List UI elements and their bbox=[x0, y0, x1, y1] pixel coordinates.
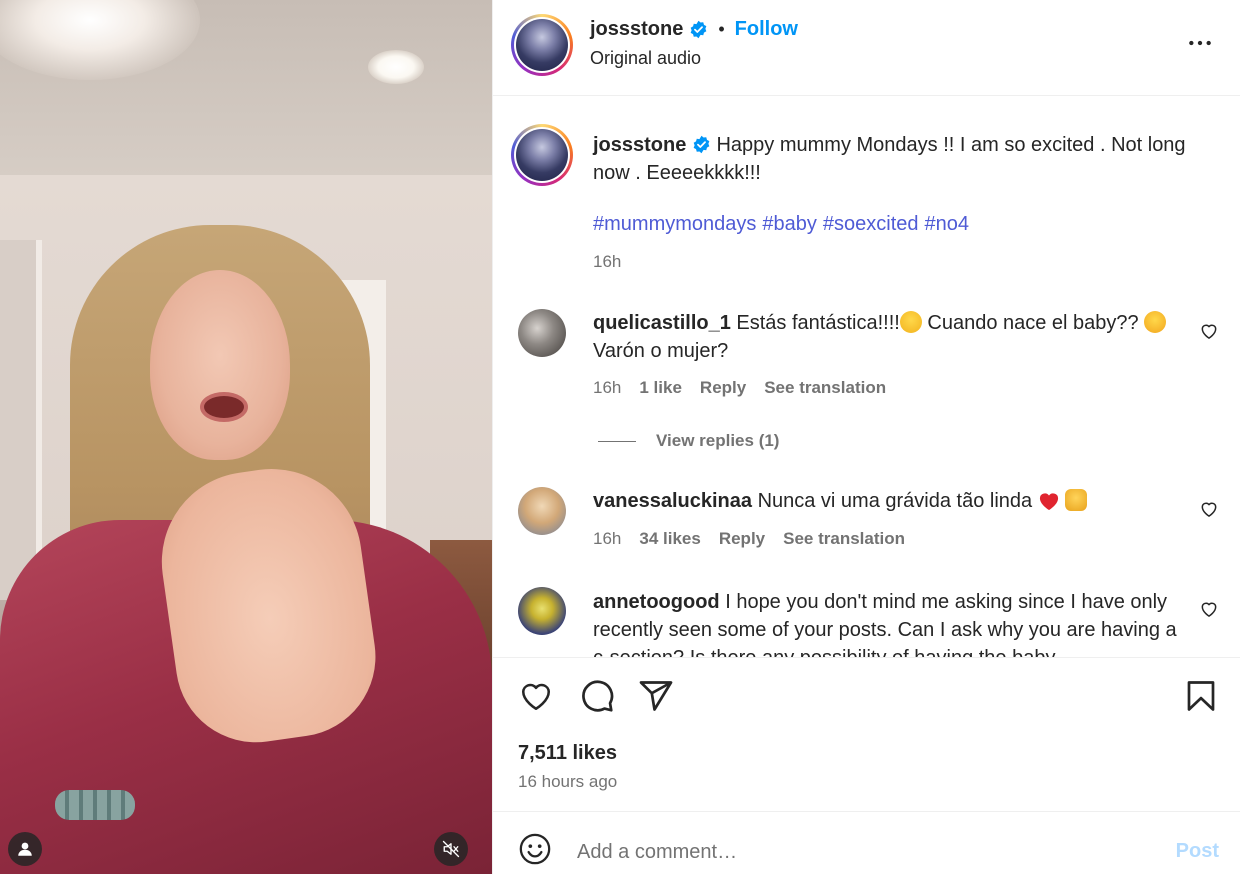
verified-badge-icon bbox=[693, 135, 710, 154]
tagged-user-icon bbox=[18, 842, 32, 856]
comments-list[interactable]: jossstone Happy mummy Mondays !! I am so… bbox=[493, 97, 1240, 657]
view-replies-button[interactable]: View replies (1) bbox=[598, 431, 779, 451]
caption-hashtags: #mummymondays #baby #soexcited #no4 bbox=[593, 213, 975, 236]
more-options-icon bbox=[1189, 40, 1211, 46]
comment-item: vanessaluckinaa Nunca vi uma grávida tão… bbox=[593, 487, 1193, 515]
post-details-panel: jossstone • Follow Original audio jossst… bbox=[492, 0, 1240, 874]
hashtag-link[interactable]: #mummymondays bbox=[593, 213, 756, 235]
hashtag-link[interactable]: #no4 bbox=[925, 213, 970, 235]
header-separator: • bbox=[718, 19, 725, 39]
reply-button[interactable]: Reply bbox=[719, 529, 765, 549]
comment-text: Nunca vi uma grávida tão linda bbox=[757, 490, 1033, 512]
comment-username[interactable]: quelicastillo_1 bbox=[593, 312, 731, 334]
see-translation-button[interactable]: See translation bbox=[764, 378, 886, 398]
bookmark-icon bbox=[1187, 681, 1215, 711]
post-timestamp[interactable]: 16 hours ago bbox=[518, 772, 617, 792]
follow-button[interactable]: Follow bbox=[735, 18, 798, 41]
comment-meta: 16h 1 like Reply See translation bbox=[593, 378, 886, 398]
author-avatar[interactable] bbox=[511, 14, 573, 76]
comment-text: Cuando nace el baby?? bbox=[927, 312, 1139, 334]
post-comment-button[interactable]: Post bbox=[1176, 840, 1219, 863]
commenter-avatar[interactable] bbox=[518, 309, 566, 357]
comment-icon bbox=[582, 680, 614, 712]
reply-button[interactable]: Reply bbox=[700, 378, 746, 398]
comment-text: Estás fantástica!!!! bbox=[736, 312, 900, 334]
comment-username[interactable]: annetoogood bbox=[593, 591, 720, 613]
comment-time[interactable]: 16h bbox=[593, 378, 621, 398]
video-ceiling-light bbox=[368, 50, 424, 84]
share-icon bbox=[639, 681, 673, 711]
author-line: jossstone • Follow bbox=[590, 18, 798, 41]
caption-timestamp[interactable]: 16h bbox=[593, 252, 621, 272]
hashtag-link[interactable]: #baby bbox=[762, 213, 817, 235]
post-actions: 7,511 likes 16 hours ago bbox=[493, 657, 1240, 812]
comment-meta: 16h 34 likes Reply See translation bbox=[593, 529, 905, 549]
comment-like-heart-icon[interactable] bbox=[1199, 499, 1219, 519]
commenter-avatar[interactable] bbox=[518, 487, 566, 535]
comment-input[interactable] bbox=[577, 836, 1137, 868]
more-options-button[interactable] bbox=[1185, 28, 1215, 58]
caption-author-avatar[interactable] bbox=[511, 124, 573, 186]
commenter-avatar[interactable] bbox=[518, 587, 566, 635]
share-button[interactable] bbox=[638, 678, 674, 714]
comment-likes[interactable]: 1 like bbox=[639, 378, 682, 398]
hashtag-link[interactable]: #soexcited bbox=[823, 213, 919, 235]
verified-badge-icon bbox=[691, 20, 707, 39]
smiling-hearts-emoji-icon bbox=[1144, 311, 1167, 333]
mute-toggle-button[interactable] bbox=[434, 832, 468, 866]
save-button[interactable] bbox=[1183, 678, 1219, 714]
video-door bbox=[0, 240, 42, 600]
comment-item: annetoogood I hope you don't mind me ask… bbox=[593, 588, 1193, 657]
likes-count[interactable]: 7,511 likes bbox=[518, 742, 617, 765]
see-translation-button[interactable]: See translation bbox=[783, 529, 905, 549]
smiley-icon[interactable] bbox=[518, 832, 552, 866]
muted-speaker-icon bbox=[442, 840, 460, 858]
comment-like-heart-icon[interactable] bbox=[1199, 599, 1219, 619]
post-header: jossstone • Follow Original audio bbox=[493, 0, 1240, 96]
post-caption: jossstone Happy mummy Mondays !! I am so… bbox=[593, 131, 1213, 187]
heart-icon bbox=[521, 683, 551, 711]
video-person-bracelet bbox=[55, 790, 135, 820]
original-audio-link[interactable]: Original audio bbox=[590, 48, 701, 69]
like-button[interactable] bbox=[518, 678, 554, 714]
comment-item: quelicastillo_1 Estás fantástica!!!! Cua… bbox=[593, 309, 1193, 365]
comment-time[interactable]: 16h bbox=[593, 529, 621, 549]
comment-username[interactable]: vanessaluckinaa bbox=[593, 490, 752, 512]
view-replies-divider bbox=[598, 440, 636, 442]
red-heart-emoji-icon bbox=[1039, 493, 1058, 511]
video-person-face bbox=[150, 270, 290, 460]
tagged-users-button[interactable] bbox=[8, 832, 42, 866]
video-person-mouth bbox=[200, 392, 248, 422]
comment-likes[interactable]: 34 likes bbox=[639, 529, 700, 549]
star-eyes-emoji-icon bbox=[899, 311, 922, 333]
comment-text: Varón o mujer? bbox=[593, 340, 729, 362]
view-replies-label: View replies (1) bbox=[656, 431, 780, 450]
raised-hands-emoji-icon bbox=[1065, 489, 1088, 511]
comment-like-heart-icon[interactable] bbox=[1199, 321, 1219, 341]
post-video[interactable] bbox=[0, 0, 492, 874]
add-comment-bar: Post bbox=[493, 812, 1240, 874]
caption-username[interactable]: jossstone bbox=[593, 134, 686, 156]
author-username[interactable]: jossstone bbox=[590, 18, 683, 41]
comment-button[interactable] bbox=[579, 678, 615, 714]
